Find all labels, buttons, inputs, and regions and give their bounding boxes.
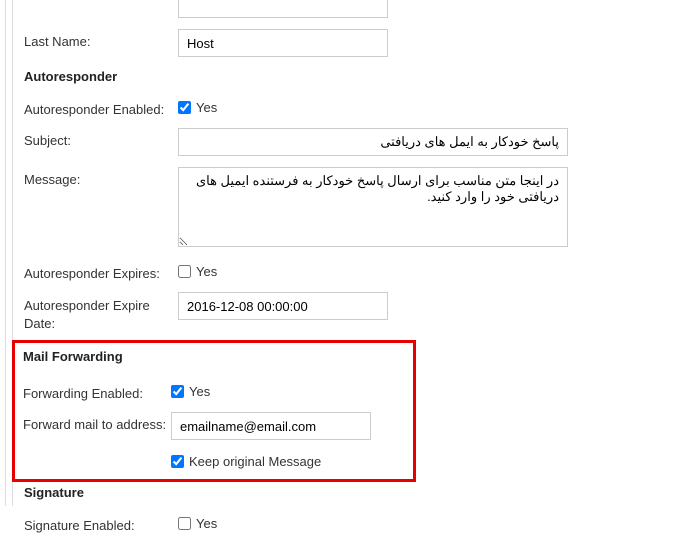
header-mail-forwarding: Mail Forwarding xyxy=(23,349,407,364)
field-message: در اینجا متن مناسب برای ارسال پاسخ خودکا… xyxy=(178,167,694,250)
partial-input-top[interactable] xyxy=(178,0,388,18)
checkbox-label-autoresponder-expires: Yes xyxy=(196,264,217,279)
checkbox-wrap-autoresponder-enabled: Yes xyxy=(178,97,694,115)
field-subject xyxy=(178,128,694,156)
checkbox-wrap-keep-original: Keep original Message xyxy=(171,451,407,469)
label-message: Message: xyxy=(24,167,178,187)
highlight-box-mail-forwarding: Mail Forwarding Forwarding Enabled: Yes … xyxy=(12,340,416,482)
label-keep-original-spacer xyxy=(23,451,171,456)
checkbox-autoresponder-enabled[interactable] xyxy=(178,101,191,114)
input-subject[interactable] xyxy=(178,128,568,156)
label-subject: Subject: xyxy=(24,128,178,148)
checkbox-label-forwarding-enabled: Yes xyxy=(189,384,210,399)
checkbox-keep-original[interactable] xyxy=(171,455,184,468)
field-last-name xyxy=(178,29,694,57)
checkbox-autoresponder-expires[interactable] xyxy=(178,265,191,278)
label-forward-address: Forward mail to address: xyxy=(23,412,171,432)
form-content: Last Name: Autoresponder Autoresponder E… xyxy=(24,0,694,541)
checkbox-label-keep-original: Keep original Message xyxy=(189,454,321,469)
checkbox-wrap-autoresponder-expires: Yes xyxy=(178,261,694,279)
input-last-name[interactable] xyxy=(178,29,388,57)
label-signature-enabled: Signature Enabled: xyxy=(24,513,178,533)
row-signature-enabled: Signature Enabled: Yes xyxy=(24,510,694,533)
field-keep-original: Keep original Message xyxy=(171,451,407,469)
row-subject: Subject: xyxy=(24,125,694,156)
field-autoresponder-enabled: Yes xyxy=(178,97,694,115)
checkbox-label-signature-enabled: Yes xyxy=(196,516,217,531)
row-message: Message: در اینجا متن مناسب برای ارسال پ… xyxy=(24,164,694,250)
row-keep-original: Keep original Message xyxy=(23,448,407,469)
input-expire-date[interactable] xyxy=(178,292,388,320)
label-autoresponder-expires: Autoresponder Expires: xyxy=(24,261,178,281)
label-last-name: Last Name: xyxy=(24,29,178,49)
checkbox-wrap-signature-enabled: Yes xyxy=(178,513,694,531)
field-signature-enabled: Yes xyxy=(178,513,694,531)
checkbox-signature-enabled[interactable] xyxy=(178,517,191,530)
row-forwarding-enabled: Forwarding Enabled: Yes xyxy=(23,378,407,401)
field-forward-address xyxy=(171,412,407,440)
header-autoresponder: Autoresponder xyxy=(24,69,694,84)
label-expire-date: Autoresponder Expire Date: xyxy=(24,292,178,332)
field-autoresponder-expires: Yes xyxy=(178,261,694,279)
checkbox-label-autoresponder-enabled: Yes xyxy=(196,100,217,115)
field-expire-date xyxy=(178,292,694,320)
row-last-name: Last Name: xyxy=(24,26,694,57)
checkbox-wrap-forwarding-enabled: Yes xyxy=(171,381,407,399)
label-forwarding-enabled: Forwarding Enabled: xyxy=(23,381,171,401)
checkbox-forwarding-enabled[interactable] xyxy=(171,385,184,398)
header-signature: Signature xyxy=(24,485,694,500)
label-autoresponder-enabled: Autoresponder Enabled: xyxy=(24,97,178,117)
field-forwarding-enabled: Yes xyxy=(171,381,407,399)
textarea-message[interactable]: در اینجا متن مناسب برای ارسال پاسخ خودکا… xyxy=(178,167,568,247)
row-autoresponder-enabled: Autoresponder Enabled: Yes xyxy=(24,94,694,117)
row-forward-address: Forward mail to address: xyxy=(23,409,407,440)
row-autoresponder-expires: Autoresponder Expires: Yes xyxy=(24,258,694,281)
input-forward-address[interactable] xyxy=(171,412,371,440)
row-expire-date: Autoresponder Expire Date: xyxy=(24,289,694,332)
